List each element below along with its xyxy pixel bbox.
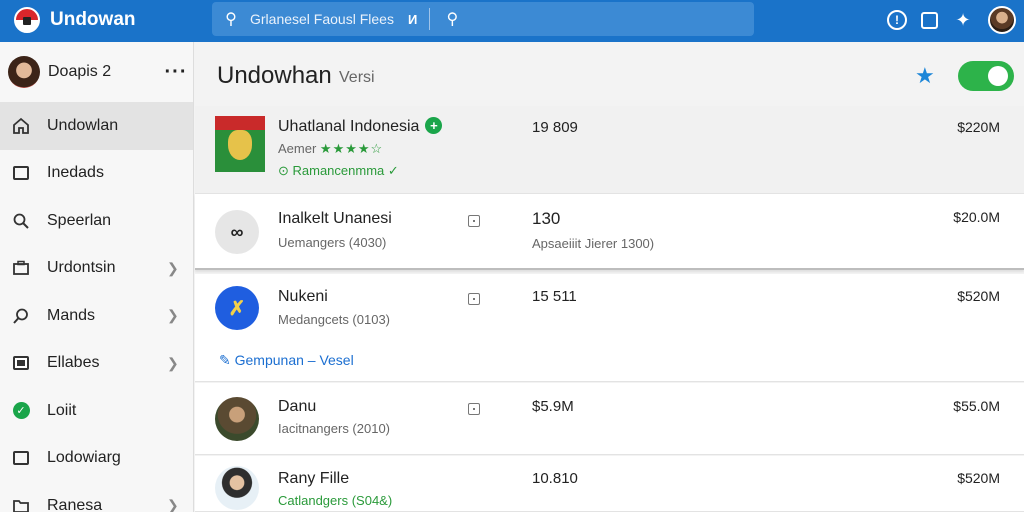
- item-sub: Medangcets (0103): [278, 312, 391, 327]
- user-avatar: [8, 56, 40, 88]
- sidebar-item-ranesa[interactable]: Ranesa ❯: [0, 482, 193, 512]
- list-item[interactable]: ✗ Nukeni Medangcets (0103) 15 511 $520M …: [195, 274, 1024, 382]
- search-submit-icon[interactable]: ⚲: [442, 9, 462, 29]
- window-icon[interactable]: [921, 11, 938, 29]
- search-input[interactable]: Grlanesel Faousl Flees: [250, 11, 394, 27]
- sidebar: Doapis 2 ··· Undowlan Inedads Speerlan U…: [0, 42, 194, 512]
- toolbar-icons: ! ✦: [887, 6, 1016, 34]
- checkbox-icon[interactable]: [468, 215, 480, 227]
- list-item[interactable]: Uhatlanal Indonesia + Aemer ★★★★☆ ⊙ Raman…: [195, 106, 1024, 194]
- search-bar[interactable]: ⚲ Grlanesel Faousl Flees И ⚲: [212, 2, 754, 36]
- item-value: 130: [532, 209, 561, 228]
- sidebar-item-lodowiarg[interactable]: Lodowiarg: [0, 435, 193, 483]
- search-icon: [10, 210, 32, 232]
- list-icon: [10, 352, 32, 374]
- emblem-thumbnail: [215, 116, 265, 172]
- pencil-icon: ✎: [219, 352, 231, 368]
- filter-icon[interactable]: И: [408, 12, 417, 27]
- chevron-right-icon: ❯: [167, 497, 179, 512]
- sidebar-item-label: Ranesa: [47, 496, 103, 512]
- home-icon: [10, 115, 32, 137]
- list-item[interactable]: ∞ Inalkelt Unanesi Uemangers (4030) 130 …: [195, 194, 1024, 270]
- item-sub: Catlandgers (S04&): [278, 493, 393, 508]
- puzzle-icon[interactable]: ✦: [952, 9, 974, 31]
- sidebar-item-label: Mands: [47, 306, 96, 324]
- item-name: Danu: [278, 398, 317, 415]
- sidebar-item-label: Urdontsin: [47, 259, 116, 277]
- link-icon: ∞: [215, 210, 259, 254]
- item-rating: Aemer ★★★★☆: [278, 141, 384, 156]
- sidebar-user[interactable]: Doapis 2 ···: [0, 42, 193, 102]
- top-bar: Undowan ⚲ Grlanesel Faousl Flees И ⚲ ! ✦: [0, 0, 1024, 42]
- item-value: 15 511: [532, 288, 577, 305]
- item-price: $520M: [957, 470, 1000, 486]
- info-icon[interactable]: !: [887, 10, 907, 30]
- sidebar-item-label: Ellabes: [47, 354, 100, 372]
- sidebar-item-loiit[interactable]: ✓ Loiit: [0, 387, 193, 435]
- list-item[interactable]: Rany Fille Catlandgers (S04&) 10.810 $52…: [195, 456, 1024, 512]
- main-content: Undowhan Versi ★ Uhatlanal Indonesia + Ae…: [195, 42, 1024, 512]
- toggle-switch[interactable]: [958, 61, 1014, 91]
- add-icon[interactable]: +: [425, 117, 443, 134]
- sidebar-item-ellabes[interactable]: Ellabes ❯: [0, 340, 193, 388]
- star-icon[interactable]: ★: [915, 63, 935, 89]
- item-price: $220M: [957, 119, 1000, 135]
- item-name: Nukeni: [278, 288, 328, 305]
- item-name: Uhatlanal Indonesia +: [278, 117, 443, 136]
- item-sub: Iacitnangers (2010): [278, 421, 391, 436]
- check-icon: ✓: [10, 400, 32, 422]
- brand[interactable]: Undowan: [14, 6, 136, 34]
- page-header: Undowhan Versi ★: [195, 42, 1024, 106]
- item-value: 10.810: [532, 470, 578, 487]
- item-sub: Uemangers (4030): [278, 235, 387, 250]
- item-price: $55.0M: [953, 398, 1000, 414]
- item-value: 19 809: [532, 119, 578, 136]
- sidebar-item-label: Loiit: [47, 401, 77, 419]
- more-options-icon[interactable]: ···: [159, 61, 193, 84]
- account-avatar[interactable]: [988, 6, 1016, 34]
- flag-logo-icon: [14, 7, 40, 33]
- chevron-right-icon: ❯: [167, 307, 179, 324]
- briefcase-icon: [10, 257, 32, 279]
- item-link[interactable]: ✎ Gempunan – Vesel: [219, 352, 354, 369]
- list-item[interactable]: Danu Iacitnangers (2010) $5.9M $55.0M: [195, 383, 1024, 455]
- magnifier-icon: [10, 305, 32, 327]
- sidebar-item-speerlan[interactable]: Speerlan: [0, 197, 193, 245]
- app-logo-icon: ✗: [215, 286, 259, 330]
- item-value-sub: Apsaeiiit Jierer 1300): [532, 236, 655, 251]
- chevron-right-icon: ❯: [167, 259, 179, 276]
- chevron-right-icon: ❯: [167, 354, 179, 371]
- sidebar-item-urdontsin[interactable]: Urdontsin ❯: [0, 245, 193, 293]
- sidebar-item-label: Lodowiarg: [47, 449, 121, 467]
- checkbox-icon[interactable]: [468, 293, 480, 305]
- inbox-icon: [10, 162, 32, 184]
- app-name: Undowan: [50, 9, 136, 30]
- photo-thumbnail: [215, 397, 259, 441]
- user-name: Doapis 2: [48, 63, 112, 80]
- item-value: $5.9M: [532, 398, 574, 415]
- search-divider: [429, 8, 431, 30]
- sidebar-item-label: Inedads: [47, 164, 104, 182]
- item-name: Rany Fille: [278, 470, 350, 487]
- folder-icon: [10, 495, 32, 512]
- sidebar-item-label: Speerlan: [47, 211, 112, 229]
- item-price: $20.0M: [953, 209, 1000, 225]
- sidebar-item-label: Undowlan: [47, 116, 119, 134]
- item-name: Inalkelt Unanesi: [278, 210, 392, 227]
- item-link[interactable]: ⊙ Ramancenmma ✓: [278, 163, 399, 179]
- item-price: $520M: [957, 288, 1000, 304]
- person-thumbnail: [215, 466, 259, 510]
- sidebar-item-undowlan[interactable]: Undowlan: [0, 102, 193, 150]
- checkbox-icon[interactable]: [468, 403, 480, 415]
- search-icon: ⚲: [225, 11, 237, 28]
- message-icon: [10, 447, 32, 469]
- page-subtitle: Versi: [339, 69, 375, 86]
- sidebar-item-inedads[interactable]: Inedads: [0, 150, 193, 198]
- sidebar-item-mands[interactable]: Mands ❯: [0, 292, 193, 340]
- page-title: Undowhan: [217, 62, 332, 89]
